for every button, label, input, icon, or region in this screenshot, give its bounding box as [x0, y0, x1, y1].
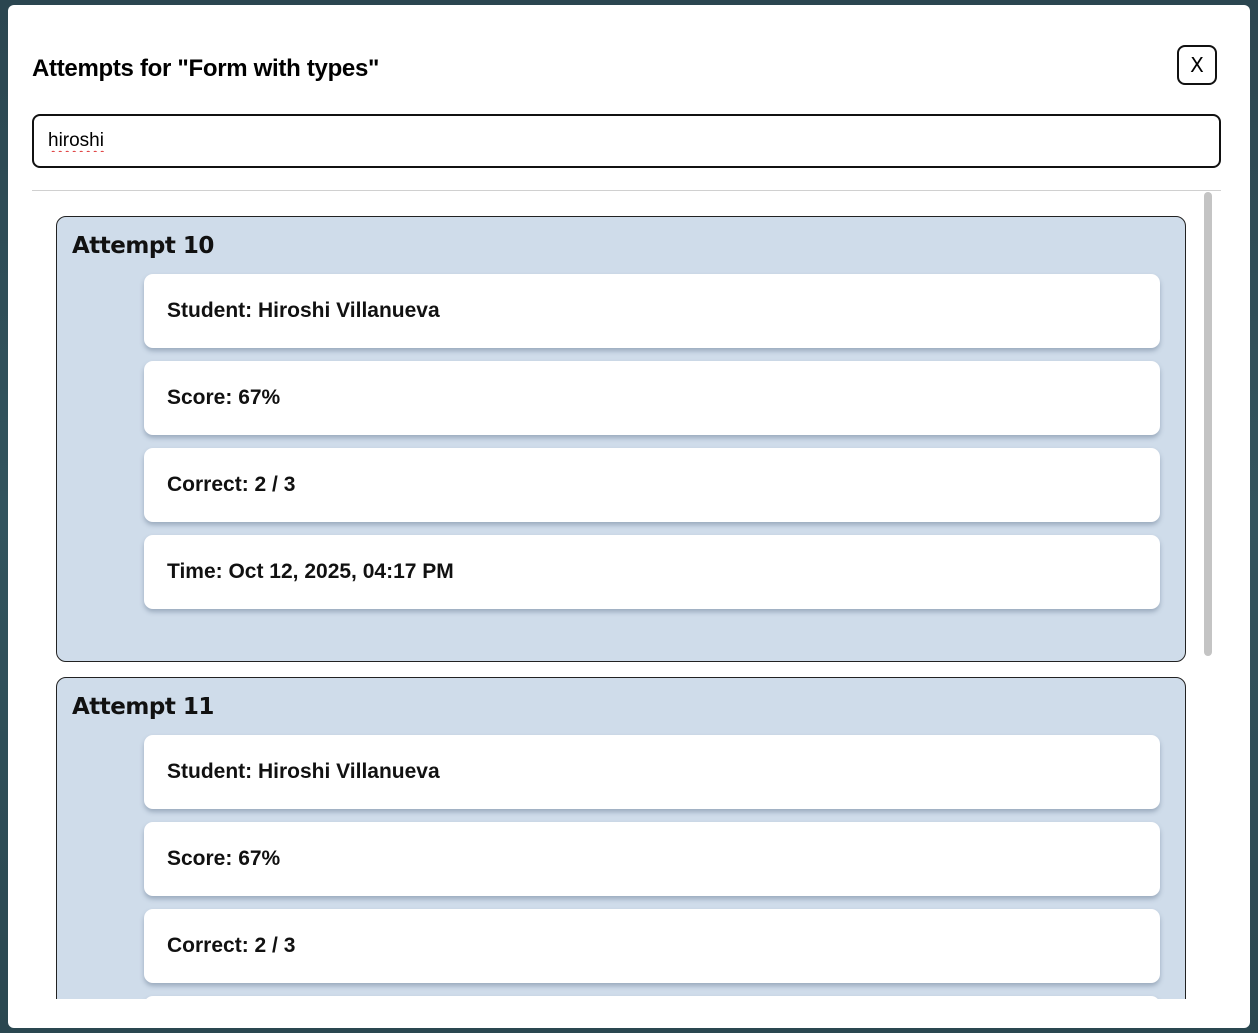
attempt-card: Attempt 10 Student: Hiroshi Villanueva S…	[56, 216, 1186, 662]
search-input[interactable]	[32, 114, 1221, 168]
attempts-modal: Attempts for "Form with types" X Attempt…	[8, 5, 1250, 1028]
correct-field: Correct: 2 / 3	[144, 448, 1160, 522]
close-button[interactable]: X	[1177, 45, 1217, 85]
scrollbar-thumb[interactable]	[1204, 192, 1212, 656]
attempt-title: Attempt 11	[72, 694, 214, 720]
score-field: Score: 67%	[144, 822, 1160, 896]
score-field: Score: 67%	[144, 361, 1160, 435]
student-field: Student: Hiroshi Villanueva	[144, 735, 1160, 809]
correct-field: Correct: 2 / 3	[144, 909, 1160, 983]
attempt-title: Attempt 10	[72, 233, 214, 259]
attempts-list[interactable]: Attempt 10 Student: Hiroshi Villanueva S…	[32, 191, 1221, 999]
attempt-card: Attempt 11 Student: Hiroshi Villanueva S…	[56, 677, 1186, 999]
time-field	[144, 996, 1160, 999]
modal-title: Attempts for "Form with types"	[32, 55, 380, 82]
time-field: Time: Oct 12, 2025, 04:17 PM	[144, 535, 1160, 609]
student-field: Student: Hiroshi Villanueva	[144, 274, 1160, 348]
